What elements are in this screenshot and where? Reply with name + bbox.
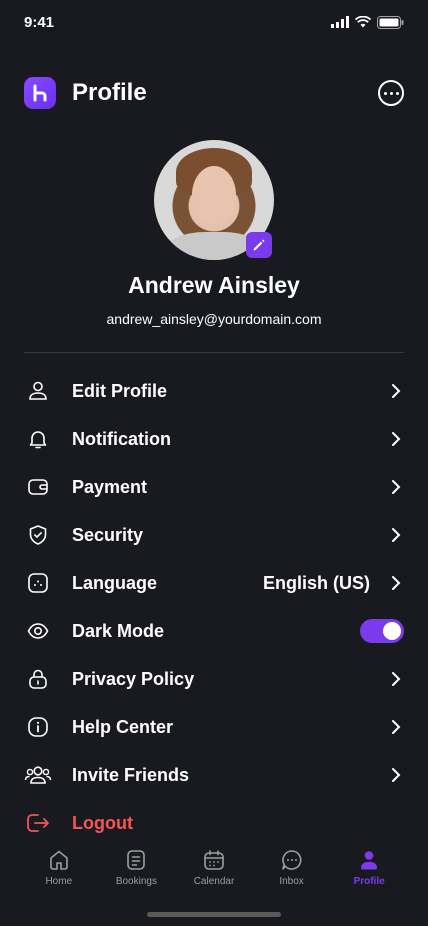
pencil-icon (253, 239, 265, 251)
signal-icon (331, 16, 349, 28)
user-email: andrew_ainsley@yourdomain.com (106, 311, 322, 327)
battery-icon (377, 15, 404, 29)
home-icon (49, 850, 68, 870)
divider (24, 352, 404, 353)
menu-label: Help Center (72, 716, 174, 737)
eye-icon (24, 617, 52, 645)
chevron-right-icon (388, 383, 404, 399)
tab-inbox[interactable]: Inbox (260, 848, 324, 887)
more-icon[interactable] (378, 80, 404, 106)
status-time: 9:41 (24, 13, 55, 31)
edit-avatar-button[interactable] (246, 232, 272, 258)
menu-item-invite-friends[interactable]: Invite Friends (24, 751, 404, 799)
chevron-right-icon (388, 479, 404, 495)
status-icons (331, 15, 404, 29)
menu-item-logout[interactable]: Logout (24, 799, 404, 847)
logout-label: Logout (72, 812, 133, 833)
menu-label: Privacy Policy (72, 668, 195, 689)
language-icon (24, 569, 52, 597)
menu-item-security[interactable]: Security (24, 511, 404, 559)
menu-label: Payment (72, 476, 148, 497)
menu-item-privacy-policy[interactable]: Privacy Policy (24, 655, 404, 703)
profile-icon (361, 851, 378, 870)
calendar-icon (204, 850, 224, 870)
language-value: English (US) (263, 572, 370, 593)
page-title: Profile (72, 79, 147, 106)
menu-label: Language (72, 572, 158, 593)
tab-bookings[interactable]: Bookings (104, 848, 168, 887)
chevron-right-icon (388, 575, 404, 591)
tab-home[interactable]: Home (27, 848, 91, 887)
shield-check-icon (24, 521, 52, 549)
menu-label: Dark Mode (72, 620, 165, 641)
status-bar: 9:41 (0, 0, 428, 44)
header: Profile (24, 76, 404, 110)
brand-logo-icon (24, 77, 56, 109)
bell-icon (24, 425, 52, 453)
user-icon (24, 377, 52, 405)
home-indicator (147, 912, 281, 917)
chevron-right-icon (388, 767, 404, 783)
dark-mode-toggle[interactable] (360, 619, 404, 643)
avatar-container (154, 140, 274, 260)
menu-label: Security (72, 524, 144, 545)
tab-label: Calendar (193, 876, 235, 887)
chevron-right-icon (388, 431, 404, 447)
menu-item-help-center[interactable]: Help Center (24, 703, 404, 751)
lock-icon (24, 665, 52, 693)
tab-label: Inbox (279, 876, 304, 887)
menu-item-dark-mode: Dark Mode (24, 607, 404, 655)
menu-item-edit-profile[interactable]: Edit Profile (24, 367, 404, 415)
tab-label: Profile (353, 876, 385, 887)
wallet-icon (24, 473, 52, 501)
chat-icon (281, 850, 302, 870)
wifi-icon (355, 16, 371, 28)
header-left: Profile (24, 77, 147, 109)
menu-item-payment[interactable]: Payment (24, 463, 404, 511)
info-icon (24, 713, 52, 741)
menu-label: Invite Friends (72, 764, 190, 785)
menu-label: Notification (72, 428, 171, 449)
logout-icon (24, 809, 52, 837)
menu-item-language[interactable]: Language English (US) (24, 559, 404, 607)
menu-item-notification[interactable]: Notification (24, 415, 404, 463)
profile-menu: Edit Profile Notification Payment Securi… (24, 367, 404, 847)
document-icon (127, 850, 146, 870)
tab-profile[interactable]: Profile (337, 848, 401, 887)
users-icon (24, 761, 52, 789)
tab-label: Bookings (115, 876, 157, 887)
tab-calendar[interactable]: Calendar (182, 848, 246, 887)
chevron-right-icon (388, 527, 404, 543)
chevron-right-icon (388, 671, 404, 687)
menu-label: Edit Profile (72, 380, 168, 401)
tab-label: Home (45, 876, 73, 887)
user-name: Andrew Ainsley (128, 272, 300, 298)
chevron-right-icon (388, 719, 404, 735)
